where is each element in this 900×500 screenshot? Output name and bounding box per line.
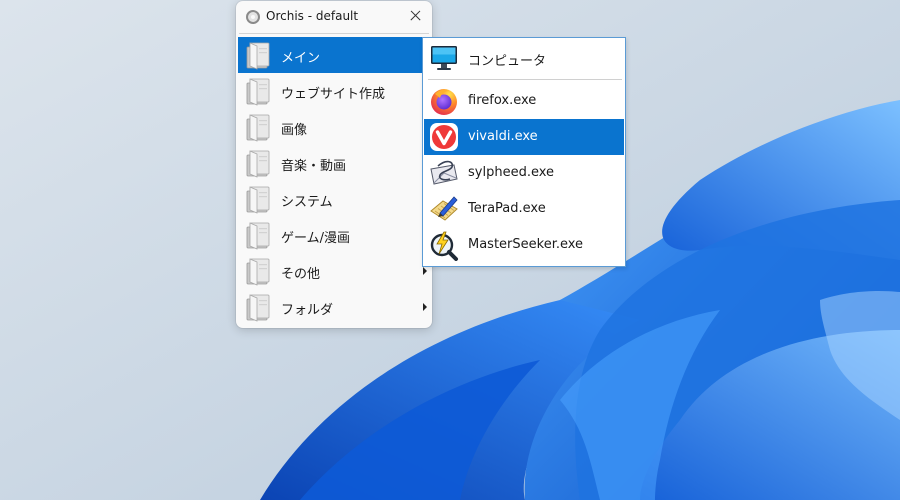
folder-icon [246,186,270,214]
submenu-arrow-icon [423,267,427,275]
submenu-item-masterseeker[interactable]: MasterSeeker.exe [424,227,624,263]
submenu-item-terapad[interactable]: TeraPad.exe [424,191,624,227]
menu-item-website[interactable]: ウェブサイト作成 [238,73,430,109]
submenu-item-label: TeraPad.exe [468,201,546,216]
submenu-arrow-icon [423,303,427,311]
menu-item-other[interactable]: その他 [238,253,430,289]
folder-icon [246,78,270,106]
folder-icon [246,294,270,322]
menu-item-system[interactable]: システム [238,181,430,217]
title-divider [239,33,429,34]
submenu-item-computer[interactable]: コンピュータ [424,40,624,76]
menu-item-label: フォルダ [281,303,334,318]
monitor-icon [431,46,457,70]
submenu-divider [428,79,622,80]
menu-item-label: 画像 [281,123,308,138]
menu-item-games-manga[interactable]: ゲーム/漫画 [238,217,430,253]
menu-item-music-video[interactable]: 音楽・動画 [238,145,430,181]
folder-icon [246,222,270,250]
menu-item-label: 音楽・動画 [281,159,347,174]
folder-icon [246,42,270,70]
window-title: Orchis - default [266,9,359,23]
title-bar[interactable]: Orchis - default [236,1,432,33]
submenu-item-sylpheed[interactable]: sylpheed.exe [424,155,624,191]
menu-item-label: その他 [281,267,321,282]
submenu-item-vivaldi[interactable]: vivaldi.exe [424,119,624,155]
close-button[interactable] [402,4,428,28]
submenu-item-label: MasterSeeker.exe [468,237,584,252]
menu-item-label: システム [281,195,333,210]
menu-item-label: ウェブサイト作成 [281,87,386,102]
app-icon [246,10,260,24]
submenu-item-label: vivaldi.exe [468,129,538,144]
vivaldi-icon [430,123,458,151]
submenu: コンピュータ firefox.exe vivaldi.exe sylpheed.… [422,37,626,267]
submenu-item-label: sylpheed.exe [468,165,555,180]
menu-item-main[interactable]: メイン [238,37,430,73]
menu-item-folder[interactable]: フォルダ [238,289,430,325]
submenu-item-label: firefox.exe [468,93,537,108]
folder-icon [246,258,270,286]
menu-item-label: メイン [281,51,321,66]
folder-icon [246,114,270,142]
masterseeker-icon [430,231,458,261]
menu-item-label: ゲーム/漫画 [281,231,350,246]
folder-icon [246,150,270,178]
menu-item-images[interactable]: 画像 [238,109,430,145]
sylpheed-icon [430,160,458,185]
submenu-item-label: コンピュータ [468,54,547,69]
launcher-menu: Orchis - default メイン ウェブサイト作成 画像 音楽・動画 シ… [236,1,432,328]
menu-list: メイン ウェブサイト作成 画像 音楽・動画 システム ゲーム/漫画 その他 フォ… [238,37,430,325]
terapad-icon [430,196,458,221]
firefox-icon [431,89,457,115]
submenu-item-firefox[interactable]: firefox.exe [424,83,624,119]
